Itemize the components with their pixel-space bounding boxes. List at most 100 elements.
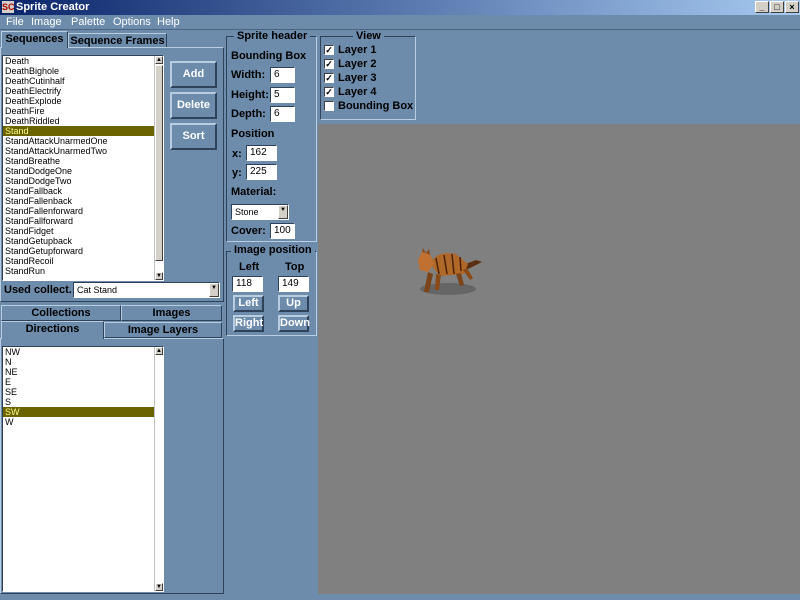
checkbox-checked-icon[interactable]: ✓ [324, 45, 334, 55]
sprite-header-title: Sprite header [234, 30, 311, 42]
list-item[interactable]: W [3, 417, 163, 427]
checkbox-label: Layer 3 [338, 72, 377, 84]
move-down-button[interactable]: Down [278, 315, 310, 332]
tab-directions[interactable]: Directions [1, 321, 104, 339]
menu-palette[interactable]: Palette [71, 16, 105, 28]
height-input[interactable]: 5 [270, 87, 295, 103]
list-item[interactable]: E [3, 377, 163, 387]
close-button[interactable]: × [785, 1, 799, 13]
image-position-title: Image position [231, 244, 315, 256]
window-title: Sprite Creator [16, 1, 90, 13]
x-input[interactable]: 162 [246, 145, 277, 161]
tab-sequence-frames[interactable]: Sequence Frames [68, 33, 167, 48]
list-item[interactable]: SE [3, 387, 163, 397]
scroll-up-icon[interactable]: ▲ [155, 347, 163, 355]
list-item[interactable]: DeathExplode [3, 96, 163, 106]
list-item[interactable]: N [3, 357, 163, 367]
tab-sequences[interactable]: Sequences [1, 31, 68, 48]
sequences-list[interactable]: Death DeathBighole DeathCutinhalf DeathElec… [2, 55, 164, 281]
x-label: x: [232, 148, 242, 160]
used-collect-select[interactable]: Cat Stand ▼ [73, 282, 220, 298]
list-item[interactable]: Death [3, 56, 163, 66]
bounding-box-label: Bounding Box [231, 50, 307, 62]
sprite-viewport[interactable] [318, 124, 800, 594]
list-item[interactable]: StandFidget [3, 226, 163, 236]
move-up-button[interactable]: Up [278, 295, 309, 312]
depth-input[interactable]: 6 [270, 106, 295, 122]
used-collect-label: Used collect.: [4, 284, 76, 296]
list-item[interactable]: StandFallenforward [3, 206, 163, 216]
app-logo-icon: SC [2, 1, 15, 13]
material-label: Material: [231, 186, 277, 198]
menu-file[interactable]: File [6, 16, 24, 28]
material-select[interactable]: Stone ▼ [231, 204, 289, 220]
menu-image[interactable]: Image [31, 16, 62, 28]
list-item[interactable]: DeathElectrify [3, 86, 163, 96]
directions-scrollbar[interactable]: ▲ ▼ [154, 347, 163, 591]
delete-button[interactable]: Delete [170, 92, 217, 119]
list-item[interactable]: StandFallback [3, 186, 163, 196]
dropdown-arrow-icon[interactable]: ▼ [209, 283, 219, 297]
position-label: Position [231, 128, 275, 140]
checkbox-label: Layer 1 [338, 44, 377, 56]
list-item[interactable]: DeathFire [3, 106, 163, 116]
maximize-button[interactable]: □ [770, 1, 784, 13]
left-label: Left [239, 261, 260, 273]
tab-image-layers[interactable]: Image Layers [104, 322, 222, 338]
sort-button[interactable]: Sort [170, 123, 217, 150]
list-item[interactable]: StandFallenback [3, 196, 163, 206]
scroll-thumb[interactable] [155, 65, 163, 261]
directions-list[interactable]: NW N NE E SE S SW W ▲ ▼ [2, 346, 164, 592]
depth-label: Depth: [231, 108, 266, 120]
scroll-down-icon[interactable]: ▼ [155, 583, 163, 591]
width-input[interactable]: 6 [270, 67, 295, 83]
list-item[interactable]: StandRun [3, 266, 163, 276]
list-item[interactable]: StandDodgeOne [3, 166, 163, 176]
checkbox-checked-icon[interactable]: ✓ [324, 73, 334, 83]
list-item[interactable]: StandRecoil [3, 256, 163, 266]
title-bar: SC Sprite Creator _ □ × [0, 0, 800, 15]
move-right-button[interactable]: Right [233, 315, 264, 332]
scroll-down-icon[interactable]: ▼ [155, 272, 163, 280]
list-item[interactable]: StandBreathe [3, 156, 163, 166]
material-value: Stone [235, 207, 259, 217]
list-item[interactable]: DeathBighole [3, 66, 163, 76]
tab-images[interactable]: Images [121, 305, 222, 321]
checkbox-checked-icon[interactable]: ✓ [324, 59, 334, 69]
list-item[interactable]: SW [3, 407, 163, 417]
y-input[interactable]: 225 [246, 164, 277, 180]
list-item[interactable]: StandFallforward [3, 216, 163, 226]
scroll-up-icon[interactable]: ▲ [155, 56, 163, 64]
move-left-button[interactable]: Left [233, 295, 264, 312]
width-label: Width: [231, 69, 266, 81]
checkbox-label: Bounding Box [338, 100, 414, 112]
dropdown-arrow-icon[interactable]: ▼ [278, 205, 288, 219]
cover-label: Cover: [231, 225, 266, 237]
image-top-input[interactable]: 149 [278, 276, 309, 292]
list-item[interactable]: StandGetupforward [3, 246, 163, 256]
tab-collections[interactable]: Collections [1, 305, 121, 321]
add-button[interactable]: Add [170, 61, 217, 88]
list-item[interactable]: StandAttackUnarmedTwo [3, 146, 163, 156]
sequences-scrollbar[interactable]: ▲ ▼ [154, 56, 163, 280]
list-item[interactable]: DeathRiddled [3, 116, 163, 126]
menu-help[interactable]: Help [157, 16, 180, 28]
list-item[interactable]: StandAttackUnarmedOne [3, 136, 163, 146]
list-item[interactable]: DeathCutinhalf [3, 76, 163, 86]
list-item[interactable]: StandGetupback [3, 236, 163, 246]
cat-sprite-icon [418, 248, 482, 295]
image-left-input[interactable]: 118 [232, 276, 263, 292]
used-collect-value: Cat Stand [77, 285, 118, 295]
menu-options[interactable]: Options [113, 16, 151, 28]
list-item[interactable]: Stand [3, 126, 163, 136]
list-item[interactable]: NE [3, 367, 163, 377]
checkbox-checked-icon[interactable]: ✓ [324, 87, 334, 97]
list-item[interactable]: NW [3, 347, 163, 357]
minimize-button[interactable]: _ [755, 1, 769, 13]
list-item[interactable]: StandDodgeTwo [3, 176, 163, 186]
y-label: y: [232, 167, 242, 179]
checkbox-icon[interactable] [324, 101, 334, 111]
top-label: Top [285, 261, 305, 273]
list-item[interactable]: S [3, 397, 163, 407]
cover-input[interactable]: 100 [270, 223, 295, 239]
